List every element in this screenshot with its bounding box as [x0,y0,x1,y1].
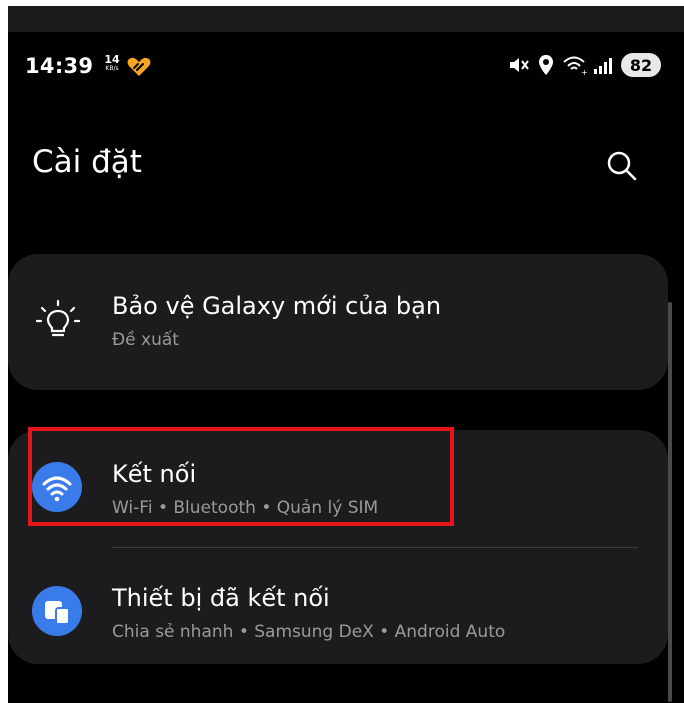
suggestion-card: Bảo vệ Galaxy mới của bạn Đề xuất [8,254,668,390]
scrollbar[interactable] [668,302,672,702]
net-speed-unit: KB/s [105,65,119,72]
connected-devices-icon [32,586,82,636]
list-item-connected-devices[interactable]: Thiết bị đã kết nối Chia sẻ nhanh • Sams… [8,548,668,664]
item-title: Bảo vệ Galaxy mới của bạn [112,292,442,320]
item-subtitle: Đề xuất [112,330,179,350]
signal-icon [594,58,612,74]
lightbulb-icon [36,299,80,337]
net-speed-indicator: 14 KB/s [101,54,123,72]
wifi-call-icon: + [563,56,588,76]
page-title: Cài đặt [32,144,142,180]
item-subtitle: Chia sẻ nhanh • Samsung DeX • Android Au… [112,622,506,642]
location-icon [539,55,553,75]
top-strip [8,6,684,32]
item-title: Kết nối [112,460,197,488]
status-icons: + 82 [500,51,661,79]
search-icon[interactable] [606,150,638,182]
wifi-icon [32,462,82,512]
net-speed-value: 14 [104,53,120,66]
heart-icon [127,57,151,76]
item-subtitle: Wi-Fi • Bluetooth • Quản lý SIM [112,498,379,518]
status-bar: 14:39 14 KB/s + 82 [8,32,684,102]
mute-icon [510,58,529,72]
list-item-protect-galaxy[interactable]: Bảo vệ Galaxy mới của bạn Đề xuất [8,254,668,390]
battery-icon: 82 [621,53,661,77]
svg-text:+: + [581,68,588,76]
settings-card: Kết nối Wi-Fi • Bluetooth • Quản lý SIM … [8,430,668,664]
list-item-connections[interactable]: Kết nối Wi-Fi • Bluetooth • Quản lý SIM [8,430,668,547]
settings-screen: 14:39 14 KB/s + 82 Cài đặt Bảo vệ Galaxy… [8,6,684,703]
status-time: 14:39 [25,54,94,78]
item-title: Thiết bị đã kết nối [112,584,330,612]
